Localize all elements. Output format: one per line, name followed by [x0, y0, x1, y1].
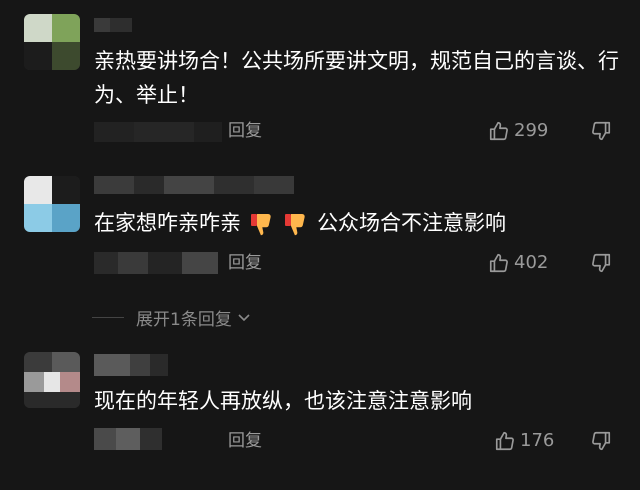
reply-button[interactable]: 回复 [228, 251, 262, 275]
like-count: 176 [520, 430, 555, 451]
comment-text: 现在的年轻人再放纵，也该注意注意影响 [94, 389, 472, 413]
chevron-down-icon [238, 314, 250, 322]
thumbs-down-icon [592, 431, 611, 451]
like-button[interactable]: 299 [488, 119, 548, 143]
thumbs-up-icon [489, 121, 508, 141]
comment-text: 亲热要讲场合！公共场所要讲文明，规范自己的言谈、行为、举止！ [94, 49, 619, 107]
reply-button[interactable]: 回复 [228, 119, 262, 143]
timestamp-mosaic [94, 252, 218, 274]
comment-text-part: 在家想咋亲咋亲 [94, 211, 241, 235]
avatar[interactable] [24, 176, 80, 232]
reply-button[interactable]: 回复 [228, 429, 262, 453]
expand-replies-label: 展开1条回复 [136, 309, 232, 330]
comment-text: 在家想咋亲咋亲 公众场合不注意影响 [94, 206, 624, 240]
thumbs-up-icon [489, 253, 508, 273]
avatar[interactable] [24, 14, 80, 70]
username-mosaic [94, 354, 168, 376]
like-count: 402 [514, 252, 549, 273]
timestamp-mosaic [94, 122, 222, 142]
username-mosaic [94, 18, 132, 32]
dislike-button[interactable] [590, 120, 612, 146]
thumbs-down-emoji [250, 214, 271, 236]
like-button[interactable]: 402 [488, 251, 548, 275]
thumbs-up-icon [495, 431, 514, 451]
comment-text-part: 公众场合不注意影响 [317, 211, 507, 235]
like-count: 299 [514, 120, 549, 141]
divider [92, 316, 124, 318]
thumbs-down-emoji [285, 214, 306, 236]
thumbs-down-icon [592, 253, 611, 273]
avatar[interactable] [24, 352, 80, 408]
dislike-button[interactable] [590, 430, 612, 456]
username-mosaic [94, 176, 294, 194]
dislike-button[interactable] [590, 252, 612, 278]
timestamp-mosaic [94, 428, 162, 450]
thumbs-down-icon [592, 121, 611, 141]
like-button[interactable]: 176 [494, 429, 554, 453]
expand-replies-button[interactable]: 展开1条回复 [92, 305, 252, 330]
